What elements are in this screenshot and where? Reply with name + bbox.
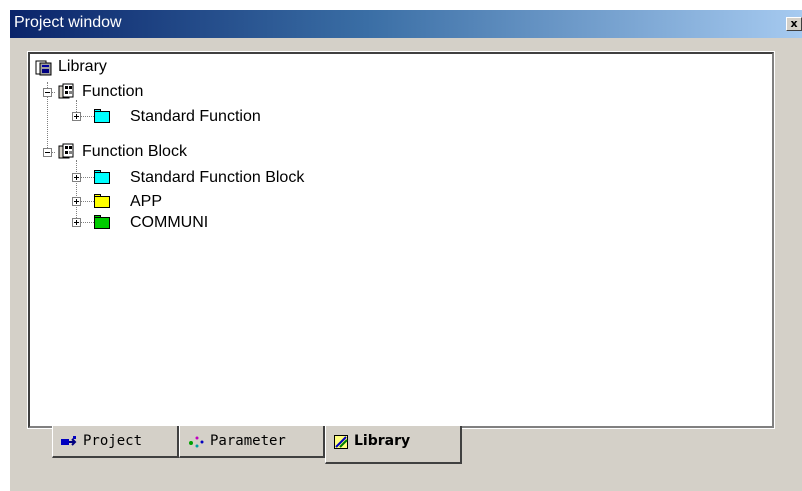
tree-node-label: APP (130, 193, 163, 210)
folder-icon (94, 109, 110, 123)
parameter-icon (189, 436, 204, 448)
close-icon: x (790, 17, 798, 30)
collapse-toggle[interactable] (43, 148, 52, 157)
library-tree-panel[interactable]: Library Function Standard Function Funct… (27, 51, 775, 429)
window-title: Project window (14, 14, 122, 31)
tree-node-label: COMMUNI (130, 214, 209, 231)
function-group-icon (58, 143, 74, 159)
tree-node-label: Function (82, 83, 144, 100)
function-group-icon (58, 83, 74, 99)
tree-connector (76, 160, 77, 222)
tab-label: Library (354, 433, 411, 449)
tree-node-label: Standard Function Block (130, 169, 305, 186)
tab-label: Parameter (210, 433, 286, 449)
tree-node-label: Standard Function (130, 108, 261, 125)
expand-toggle[interactable] (72, 173, 81, 182)
folder-icon (94, 215, 110, 229)
tree-node-label: Library (58, 58, 107, 75)
folder-icon (94, 170, 110, 184)
collapse-toggle[interactable] (43, 88, 52, 97)
folder-icon (94, 194, 110, 208)
library-icon (35, 60, 52, 76)
tree-node-label: Function Block (82, 143, 187, 160)
project-icon (61, 436, 77, 446)
tab-label: Project (83, 433, 143, 449)
tab-strip: Project Parameter Library (28, 426, 774, 466)
close-button[interactable]: x (786, 17, 802, 31)
expand-toggle[interactable] (72, 112, 81, 121)
expand-toggle[interactable] (72, 218, 81, 227)
tab-parameter[interactable]: Parameter (179, 426, 325, 458)
expand-toggle[interactable] (72, 197, 81, 206)
library-tab-icon (334, 435, 348, 449)
title-bar[interactable]: Project window x (10, 10, 802, 38)
tab-library[interactable]: Library (325, 426, 462, 464)
tab-project[interactable]: Project (52, 426, 179, 458)
